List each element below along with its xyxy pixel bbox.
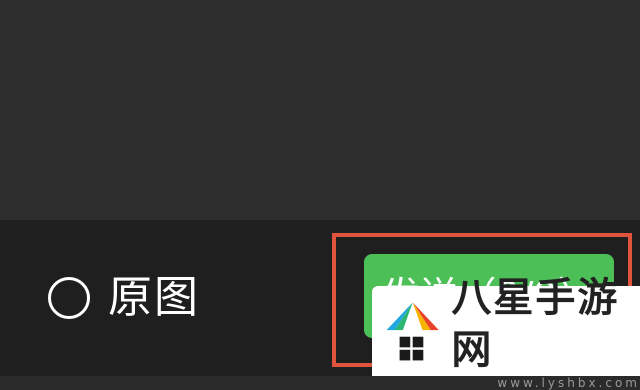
radio-unchecked-icon[interactable]	[48, 277, 90, 319]
original-image-toggle[interactable]: 原图	[48, 272, 200, 324]
watermark-site-url: www.lyshbx.com	[497, 376, 640, 390]
site-logo-icon	[386, 302, 439, 361]
site-watermark: 八星手游网 www.lyshbx.com	[372, 275, 640, 390]
image-preview-area	[0, 0, 640, 220]
watermark-site-name: 八星手游网	[451, 275, 620, 373]
original-image-label: 原图	[108, 272, 200, 323]
watermark-text-group: 八星手游网 www.lyshbx.com	[451, 272, 640, 390]
